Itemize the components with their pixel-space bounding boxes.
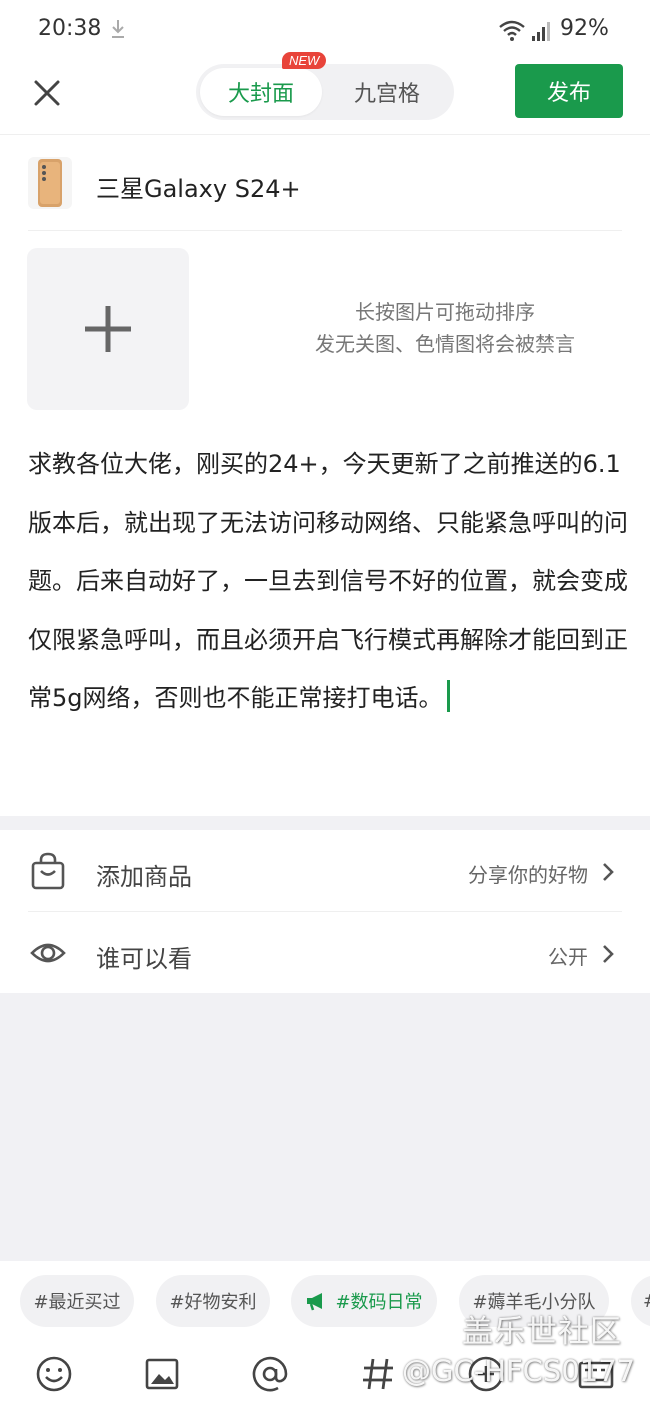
empty-area [0, 993, 650, 1261]
post-text-editor[interactable]: 求教各位大佬，刚买的24+，今天更新了之前推送的6.1版本后，就出现了无法访问移… [28, 435, 628, 728]
add-image-button[interactable] [27, 248, 189, 410]
emoji-icon[interactable] [35, 1355, 73, 1393]
megaphone-icon [307, 1293, 323, 1311]
chevron-right-icon [603, 945, 614, 963]
signal-icon [532, 22, 550, 41]
topic-tag[interactable]: #好物安利 [156, 1275, 270, 1327]
mention-icon[interactable] [251, 1355, 289, 1393]
topic-tag[interactable]: # [631, 1275, 650, 1327]
product-divider [28, 230, 622, 231]
image-rule-hint: 发无关图、色情图将会被禁言 [315, 332, 575, 356]
hashtag-icon[interactable] [359, 1355, 397, 1393]
topic-tag-label: #数码日常 [335, 1292, 423, 1313]
add-product-row[interactable]: 添加商品 分享你的好物 [0, 831, 650, 911]
visibility-row[interactable]: 谁可以看 公开 [0, 913, 650, 993]
options-divider [28, 911, 622, 912]
tab-big-cover-label: 大封面 [227, 82, 294, 107]
topic-tag-highlighted[interactable]: #数码日常 [291, 1275, 437, 1327]
product-name: 三星Galaxy S24+ [96, 175, 301, 203]
shopping-bag-icon [31, 852, 65, 890]
wifi-icon [499, 20, 525, 41]
tab-nine-grid-label: 九宫格 [353, 82, 420, 107]
close-icon[interactable] [30, 76, 64, 110]
visibility-label: 谁可以看 [96, 945, 192, 973]
status-bar: 20:38 92% [0, 0, 650, 60]
text-cursor [446, 680, 450, 713]
battery-level: 92% [560, 16, 609, 41]
visibility-value: 公开 [548, 945, 588, 969]
post-text-content: 求教各位大佬，刚买的24+，今天更新了之前推送的6.1版本后，就出现了无法访问移… [28, 450, 628, 713]
topic-tag-label: #最近买过 [33, 1292, 121, 1313]
image-sort-hint: 长按图片可拖动排序 [355, 300, 535, 324]
top-bar: 大封面 NEW 九宫格 发布 [0, 52, 650, 134]
section-separator [0, 816, 650, 830]
topic-tag-label: # [643, 1291, 650, 1312]
download-icon [112, 20, 124, 38]
tab-nine-grid[interactable]: 九宫格 [326, 68, 448, 116]
publish-button[interactable]: 发布 [515, 64, 623, 118]
product-thumbnail [28, 157, 72, 209]
watermark-username: @GC-HFCS0177 [402, 1354, 636, 1388]
plus-icon [85, 306, 131, 352]
chevron-right-icon [603, 863, 614, 881]
layout-tab-group: 大封面 NEW 九宫格 [196, 52, 454, 120]
add-product-label: 添加商品 [96, 863, 192, 891]
add-product-value: 分享你的好物 [468, 863, 588, 887]
selected-product[interactable]: 三星Galaxy S24+ [0, 135, 650, 231]
status-time: 20:38 [38, 16, 102, 41]
eye-icon [30, 943, 66, 963]
phone-image [38, 159, 62, 207]
new-badge: NEW [282, 52, 327, 69]
publish-button-label: 发布 [546, 81, 591, 106]
topic-tag[interactable]: #最近买过 [20, 1275, 134, 1327]
watermark-community: 盖乐世社区 [462, 1314, 622, 1350]
image-icon[interactable] [143, 1355, 181, 1393]
tab-big-cover[interactable]: 大封面 [200, 68, 322, 116]
topic-tag-label: #好物安利 [169, 1292, 257, 1313]
